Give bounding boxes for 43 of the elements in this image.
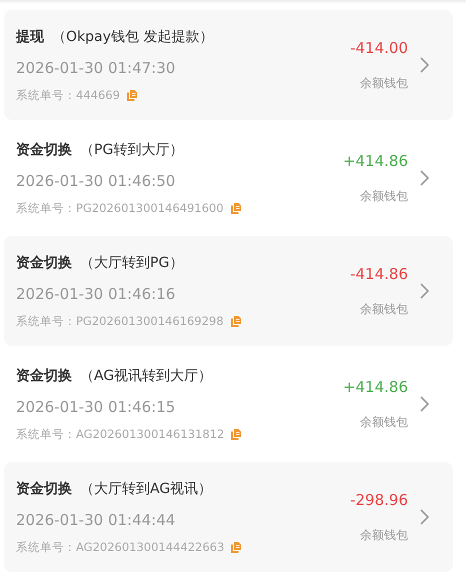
copy-icon[interactable] — [230, 202, 241, 214]
order-number: 系统单号：AG202601300144422663 — [16, 540, 224, 554]
record-note: （大厅转到PG） — [80, 254, 184, 272]
chevron-right-icon — [420, 170, 429, 186]
order-number: 系统单号：AG202601300146131812 — [16, 426, 224, 442]
record-time: 2026-01-30 01:44:44 — [16, 510, 176, 528]
record-type: 资金切换 — [16, 366, 72, 384]
record-note: （AG视讯转到大厅） — [80, 366, 212, 384]
record-note: （PG转到大厅） — [80, 140, 184, 158]
record-time: 2026-01-30 01:47:30 — [16, 58, 176, 76]
wallet-name: 余额钱包 — [360, 526, 408, 544]
copy-icon[interactable] — [126, 90, 137, 100]
chevron-right-icon — [420, 396, 429, 412]
wallet-name: 余额钱包 — [360, 74, 408, 92]
order-number: 系统单号：444669 — [16, 88, 120, 102]
chevron-right-icon — [420, 509, 429, 525]
amount: -414.00 — [350, 38, 408, 56]
copy-icon[interactable] — [231, 428, 242, 440]
amount: -298.96 — [350, 490, 408, 508]
record-card[interactable]: 资金切换 （大厅转到AG视讯） 2026-01-30 01:44:44 系统单号：AG202601300144422663 -298.96 余额钱包 — [4, 462, 453, 572]
record-time: 2026-01-30 01:46:15 — [16, 398, 176, 416]
chevron-right-icon — [420, 57, 429, 73]
amount: -414.86 — [350, 264, 408, 282]
wallet-name: 余额钱包 — [360, 300, 408, 318]
order-number: 系统单号：PG202601300146169298 — [16, 314, 224, 328]
record-card[interactable]: 提现 （Okpay钱包 发起提款） 2026-01-30 01:47:30 系统单号：444669 -414.00 余额钱包 — [4, 10, 453, 120]
copy-icon[interactable] — [231, 542, 242, 552]
chevron-right-icon — [420, 283, 429, 299]
record-time: 2026-01-30 01:46:16 — [16, 284, 176, 302]
amount: +414.86 — [342, 152, 408, 170]
record-type: 资金切换 — [16, 140, 72, 158]
record-type: 提现 — [16, 28, 44, 46]
copy-icon[interactable] — [230, 316, 241, 326]
wallet-name: 余额钱包 — [360, 414, 408, 430]
wallet-name: 余额钱包 — [360, 188, 408, 204]
record-note: （Okpay钱包 发起提款） — [52, 28, 214, 46]
record-type: 资金切换 — [16, 254, 72, 272]
amount: +414.86 — [342, 378, 408, 396]
record-type: 资金切换 — [16, 480, 72, 498]
record-card[interactable]: 资金切换 （大厅转到PG） 2026-01-30 01:46:16 系统单号：PG202601300146169298 -414.86 余额钱包 — [4, 236, 453, 346]
record-note: （大厅转到AG视讯） — [80, 480, 212, 498]
record-time: 2026-01-30 01:46:50 — [16, 172, 176, 190]
order-number: 系统单号：PG202601300146491600 — [16, 200, 224, 216]
